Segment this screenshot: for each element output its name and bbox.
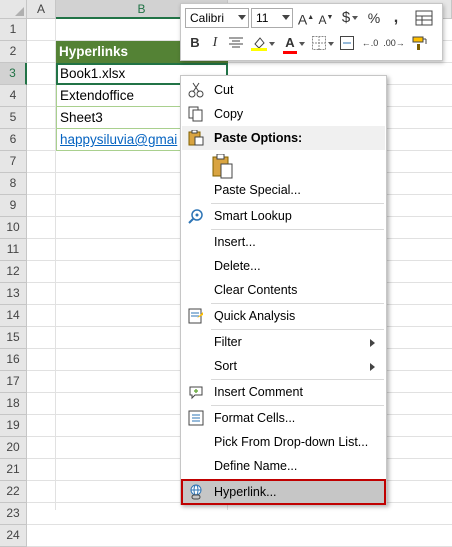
menu-item-pick-list[interactable]: Pick From Drop-down List...: [182, 430, 385, 454]
menu-label-sort: Sort: [214, 359, 237, 373]
percent-icon[interactable]: %: [365, 7, 383, 29]
increase-decimal-icon[interactable]: ←.0: [359, 32, 381, 54]
format-cells-icon: [188, 410, 204, 426]
font-color-icon[interactable]: A: [281, 32, 307, 54]
decrease-decimal-icon[interactable]: .00→: [383, 32, 405, 54]
menu-label-define-name: Define Name...: [214, 459, 298, 473]
row-header-20[interactable]: 20: [0, 437, 27, 459]
menu-label-paste-options: Paste Options:: [214, 131, 303, 145]
menu-item-paste-special[interactable]: Paste Special...: [182, 178, 385, 202]
row-header-14[interactable]: 14: [0, 305, 27, 327]
hyperlink-icon: [188, 484, 204, 500]
menu-label-copy: Copy: [214, 107, 244, 121]
menu-label-filter: Filter: [214, 335, 242, 349]
smart-lookup-icon: [188, 208, 204, 224]
menu-item-smart-lookup[interactable]: Smart Lookup: [182, 204, 385, 228]
menu-label-hyperlink: Hyperlink...: [214, 485, 277, 499]
row-header-23[interactable]: 23: [0, 503, 27, 525]
menu-label-paste-special: Paste Special...: [214, 183, 301, 197]
font-size-value: 11: [256, 11, 269, 25]
row-header-5[interactable]: 5: [0, 107, 27, 129]
menu-label-insert: Insert...: [214, 235, 256, 249]
menu-label-format-cells: Format Cells...: [214, 411, 296, 425]
row-header-16[interactable]: 16: [0, 349, 27, 371]
fill-color-icon[interactable]: [249, 32, 277, 54]
scissors-icon: [188, 82, 204, 98]
menu-item-cut[interactable]: Cut: [182, 78, 385, 102]
bold-icon[interactable]: B: [187, 32, 203, 54]
row-header-7[interactable]: 7: [0, 151, 27, 173]
format-painter-table-icon[interactable]: [413, 7, 435, 29]
merge-center-icon[interactable]: [339, 32, 355, 54]
row-header-3[interactable]: 3: [0, 63, 27, 85]
menu-item-insert-comment[interactable]: Insert Comment: [182, 380, 385, 404]
row-header-9[interactable]: 9: [0, 195, 27, 217]
comment-icon: [188, 384, 204, 400]
menu-item-hyperlink[interactable]: Hyperlink...: [181, 479, 386, 505]
font-name-box[interactable]: Calibri: [185, 8, 249, 28]
menu-item-copy[interactable]: Copy: [182, 102, 385, 126]
currency-icon[interactable]: $: [339, 7, 361, 29]
menu-item-sort[interactable]: Sort: [182, 354, 385, 378]
menu-item-format-cells[interactable]: Format Cells...: [182, 406, 385, 430]
row-header-1[interactable]: 1: [0, 19, 27, 41]
row-header-13[interactable]: 13: [0, 283, 27, 305]
row-header-22[interactable]: 22: [0, 481, 27, 503]
submenu-arrow-icon: [370, 363, 375, 371]
mini-toolbar: Calibri 11 A▲ A▼ $ % , B I A ←.0 .00→: [180, 3, 443, 61]
menu-item-insert[interactable]: Insert...: [182, 230, 385, 254]
row-header-19[interactable]: 19: [0, 415, 27, 437]
column-header-a[interactable]: A: [27, 0, 56, 19]
row-header-6[interactable]: 6: [0, 129, 27, 151]
select-all-corner[interactable]: [0, 0, 27, 19]
row-header-4[interactable]: 4: [0, 85, 27, 107]
italic-icon[interactable]: I: [207, 32, 223, 54]
paste-options-header: Paste Options:: [182, 126, 385, 150]
row-header-10[interactable]: 10: [0, 217, 27, 239]
menu-item-quick-analysis[interactable]: Quick Analysis: [182, 304, 385, 328]
row-header-21[interactable]: 21: [0, 459, 27, 481]
row-header-2[interactable]: 2: [0, 41, 27, 63]
paste-icon: [188, 129, 204, 146]
menu-label-pick-list: Pick From Drop-down List...: [214, 435, 369, 449]
quick-analysis-icon: [188, 308, 204, 324]
menu-item-define-name[interactable]: Define Name...: [182, 454, 385, 478]
menu-item-filter[interactable]: Filter: [182, 330, 385, 354]
row-header-17[interactable]: 17: [0, 371, 27, 393]
context-menu: Cut Copy Paste Options: Paste Special...…: [180, 75, 387, 505]
row-header-11[interactable]: 11: [0, 239, 27, 261]
borders-icon[interactable]: [311, 32, 335, 54]
paint-brush-icon[interactable]: [409, 32, 431, 54]
increase-font-icon[interactable]: A▲: [297, 7, 315, 29]
align-center-icon[interactable]: [227, 32, 245, 54]
font-size-box[interactable]: 11: [251, 8, 293, 28]
row-header-12[interactable]: 12: [0, 261, 27, 283]
comma-style-icon[interactable]: ,: [387, 7, 405, 29]
menu-item-delete[interactable]: Delete...: [182, 254, 385, 278]
row-header-18[interactable]: 18: [0, 393, 27, 415]
row-header-8[interactable]: 8: [0, 173, 27, 195]
row-header-15[interactable]: 15: [0, 327, 27, 349]
copy-icon: [188, 106, 204, 122]
row-header-24[interactable]: 24: [0, 525, 27, 547]
menu-label-cut: Cut: [214, 83, 234, 97]
submenu-arrow-icon: [370, 339, 375, 347]
menu-label-quick-analysis: Quick Analysis: [214, 309, 296, 323]
decrease-font-icon[interactable]: A▼: [317, 7, 335, 29]
menu-item-clear-contents[interactable]: Clear Contents: [182, 278, 385, 302]
menu-label-clear-contents: Clear Contents: [214, 283, 298, 297]
menu-label-insert-comment: Insert Comment: [214, 385, 303, 399]
menu-label-smart-lookup: Smart Lookup: [214, 209, 292, 223]
menu-label-delete: Delete...: [214, 259, 261, 273]
font-name-value: Calibri: [190, 11, 225, 25]
